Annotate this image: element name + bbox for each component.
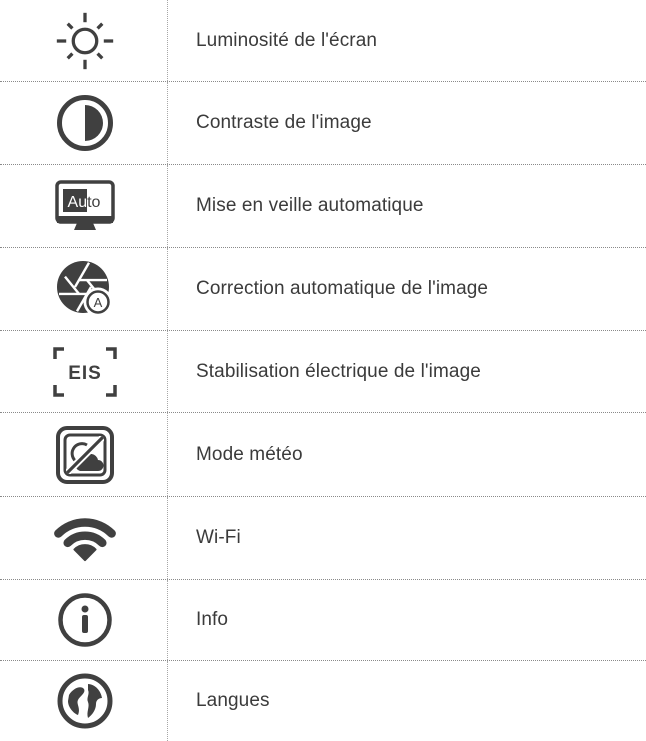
icon-cell: A bbox=[0, 248, 168, 330]
eis-icon: EIS bbox=[53, 346, 117, 397]
table-row: A Correction automatique de l'image bbox=[0, 248, 646, 331]
row-label-contrast: Contraste de l'image bbox=[196, 112, 372, 133]
eis-icon-text: EIS bbox=[68, 363, 102, 384]
row-label-brightness: Luminosité de l'écran bbox=[196, 29, 378, 51]
icon-cell: EIS bbox=[0, 331, 168, 412]
row-label-wifi: Wi-Fi bbox=[196, 527, 241, 548]
brightness-icon bbox=[54, 10, 116, 72]
icon-cell bbox=[0, 580, 168, 660]
table-row: Info bbox=[0, 580, 646, 661]
auto-sleep-monitor-icon: Auto Auto bbox=[55, 180, 115, 232]
icon-legend-table: Luminosité de l'écran Contraste de l'ima… bbox=[0, 0, 646, 741]
contrast-icon bbox=[56, 94, 114, 152]
table-row: Wi-Fi bbox=[0, 497, 646, 580]
icon-cell bbox=[0, 82, 168, 164]
weather-mode-icon bbox=[56, 425, 114, 484]
row-label-eis: Stabilisation électrique de l'image bbox=[196, 360, 481, 382]
info-icon bbox=[57, 592, 113, 648]
icon-cell bbox=[0, 661, 168, 741]
language-globe-icon bbox=[56, 672, 114, 730]
row-label-weather-mode: Mode météo bbox=[196, 443, 303, 465]
icon-cell: Auto Auto bbox=[0, 165, 168, 247]
auto-image-correction-icon: A bbox=[55, 259, 115, 319]
table-row: Mode météo bbox=[0, 413, 646, 497]
icon-cell bbox=[0, 497, 168, 579]
wifi-icon bbox=[52, 514, 118, 563]
auto-badge-text: A bbox=[94, 295, 103, 310]
table-row: Contraste de l'image bbox=[0, 82, 646, 165]
row-label-languages: Langues bbox=[196, 690, 270, 711]
icon-cell bbox=[0, 413, 168, 496]
table-row: Langues bbox=[0, 661, 646, 741]
table-row: EIS Stabilisation électrique de l'image bbox=[0, 331, 646, 413]
icon-cell bbox=[0, 0, 168, 81]
row-label-auto-correction: Correction automatique de l'image bbox=[196, 278, 489, 299]
row-label-info: Info bbox=[196, 609, 229, 630]
table-row: Auto Auto Mise en veille automatique bbox=[0, 165, 646, 248]
row-label-auto-sleep: Mise en veille automatique bbox=[196, 195, 424, 216]
table-row: Luminosité de l'écran bbox=[0, 0, 646, 82]
